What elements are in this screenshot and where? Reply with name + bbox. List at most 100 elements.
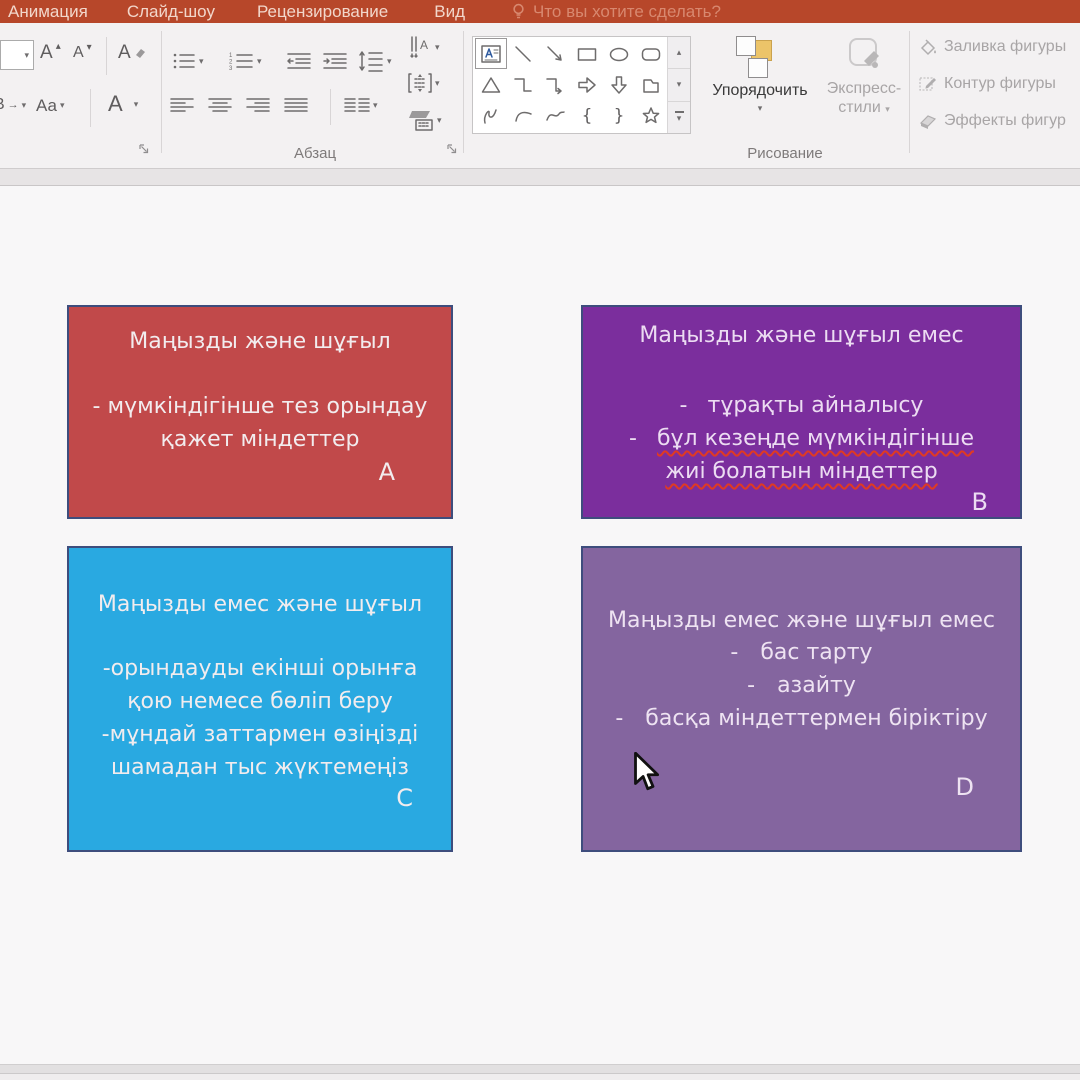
svg-text:2: 2 [229,60,233,66]
text-direction-button[interactable]: A ▾ [408,35,440,59]
align-left-button[interactable] [170,97,194,113]
decrease-indent-button[interactable] [286,51,312,71]
shape-line-icon[interactable] [507,38,539,69]
quadrant-box-d[interactable]: Маңызды емес және шұғыл емес - бас тарту… [581,546,1022,852]
arrange-button[interactable]: Упорядочить ▾ [705,35,815,113]
line-spacing-button[interactable]: ▾ [358,49,392,73]
shape-fill-button[interactable]: Заливка фигуры [918,34,1080,60]
tab-slideshow[interactable]: Слайд-шоу [127,2,215,22]
shape-effects-button[interactable]: Эффекты фигур [918,108,1080,134]
shape-oval-icon[interactable] [603,38,635,69]
arrange-icon [735,35,785,81]
shape-effects-label: Эффекты фигур [944,112,1066,130]
shape-left-brace-icon[interactable]: { [571,100,603,131]
shape-scribble-icon[interactable] [475,100,507,131]
paint-bucket-icon [918,37,938,57]
shape-down-arrow-icon[interactable] [603,69,635,100]
box-b-bullet: жиі болатын міндеттер [665,455,937,488]
ribbon-bottom-strip [0,168,1080,186]
box-c-line: -орындауды екінші орынға [103,652,418,685]
font-size-combobox[interactable]: ▾ [0,40,34,70]
shape-arrow-icon[interactable] [539,38,571,69]
shape-outline-button[interactable]: Контур фигуры [918,71,1080,97]
columns-button[interactable]: ▾ [344,97,378,113]
font-color-button[interactable]: А ▾ [108,93,138,115]
divider [330,89,331,125]
gallery-scroll-up-button[interactable]: ▴ [668,37,690,69]
bullets-button[interactable]: ▾ [172,51,204,71]
increase-indent-button[interactable] [322,51,348,71]
tab-view[interactable]: Вид [434,2,465,22]
align-center-button[interactable] [208,97,232,113]
divider [90,89,91,127]
shape-elbow-arrow-connector-icon[interactable] [539,69,571,100]
box-c-line: қою немесе бөліп беру [127,685,393,718]
box-d-title: Маңызды емес және шұғыл емес [608,606,995,636]
shape-triangle-icon[interactable] [475,69,507,100]
drawing-group-label: Рисование [700,145,870,163]
tab-review[interactable]: Рецензирование [257,2,388,22]
shape-corner-icon[interactable] [635,69,667,100]
ribbon: ▾ А▴ А▾ А В →▾ Аа▾ А ▾ [0,23,1080,168]
shape-right-arrow-icon[interactable] [571,69,603,100]
clear-formatting-button[interactable]: А [118,43,146,62]
font-dialog-launcher[interactable] [138,143,150,155]
gallery-more-button[interactable]: ▾ [668,102,690,133]
shape-rectangle-icon[interactable] [571,38,603,69]
pencil-outline-icon [918,74,938,94]
quick-styles-label-1: Экспресс- [827,79,901,98]
quadrant-box-c[interactable]: Маңызды емес және шұғыл -орындауды екінш… [67,546,453,852]
shape-right-brace-icon[interactable]: } [603,100,635,131]
justify-button[interactable] [284,97,308,113]
shrink-font-button[interactable]: А▾ [73,45,92,61]
shape-outline-label: Контур фигуры [944,75,1056,93]
shape-curve-icon[interactable] [539,100,571,131]
shape-rounded-rectangle-icon[interactable] [635,38,667,69]
quadrant-box-a[interactable]: Маңызды және шұғыл - мүмкіндігінше тез о… [67,305,453,519]
shape-star-icon[interactable] [635,100,667,131]
shape-text-box-icon[interactable] [475,38,507,69]
status-bar-strip [0,1065,1080,1073]
mouse-cursor [632,752,660,794]
gallery-scroll-down-button[interactable]: ▾ [668,69,690,101]
status-bar [0,1074,1080,1080]
quadrant-box-b[interactable]: Маңызды және шұғыл емес -тұрақты айналыс… [581,305,1022,519]
ribbon-tab-bar: Анимация Слайд-шоу Рецензирование Вид Чт… [0,0,1080,23]
box-d-bullet: - азайту [747,669,856,702]
paragraph-dialog-launcher[interactable] [446,143,458,155]
align-right-button[interactable] [246,97,270,113]
quick-styles-button[interactable]: Экспресс- стили ▾ [820,35,908,117]
box-a-corner-label: А [379,458,395,486]
box-b-bullet: -бұл кезеңде мүмкіндігінше [629,422,974,455]
box-c-corner-label: С [396,784,413,812]
convert-to-smartart-button[interactable]: ▾ [408,109,442,131]
tell-me-box[interactable]: Что вы хотите сделать? [511,2,721,22]
slide-canvas[interactable]: Маңызды және шұғыл - мүмкіндігінше тез о… [0,186,1080,1064]
box-d-corner-label: D [956,773,974,801]
grow-font-button[interactable]: А▴ [40,43,61,62]
tell-me-label: Что вы хотите сделать? [533,2,721,22]
numbering-button[interactable]: 1 2 3 ▾ [228,51,262,71]
box-b-corner-label: В [972,488,988,516]
tab-animation[interactable]: Анимация [8,2,88,22]
character-spacing-button[interactable]: В →▾ [0,97,26,113]
change-case-button[interactable]: Аа▾ [36,97,65,114]
quick-styles-icon [844,35,884,79]
eraser-icon [134,47,146,59]
shape-effects-icon [918,111,938,131]
shape-arc-icon[interactable] [507,100,539,131]
box-c-line: шамадан тыс жүктемеңіз [111,751,409,784]
svg-text:3: 3 [229,66,233,71]
group-divider [909,31,910,153]
box-a-title: Маңызды және шұғыл [129,327,390,357]
shape-elbow-connector-icon[interactable] [507,69,539,100]
group-divider [463,31,464,153]
align-text-button[interactable]: ▾ [408,71,440,95]
svg-text:A: A [420,38,428,52]
arrange-label: Упорядочить [712,81,807,100]
shape-fill-label: Заливка фигуры [944,38,1066,56]
box-b-bullet: -тұрақты айналысу [680,389,924,422]
box-a-line: - мүмкіндігінше тез орындау [93,390,428,423]
box-c-title: Маңызды емес және шұғыл [98,590,422,620]
powerpoint-window: Анимация Слайд-шоу Рецензирование Вид Чт… [0,0,1080,1080]
